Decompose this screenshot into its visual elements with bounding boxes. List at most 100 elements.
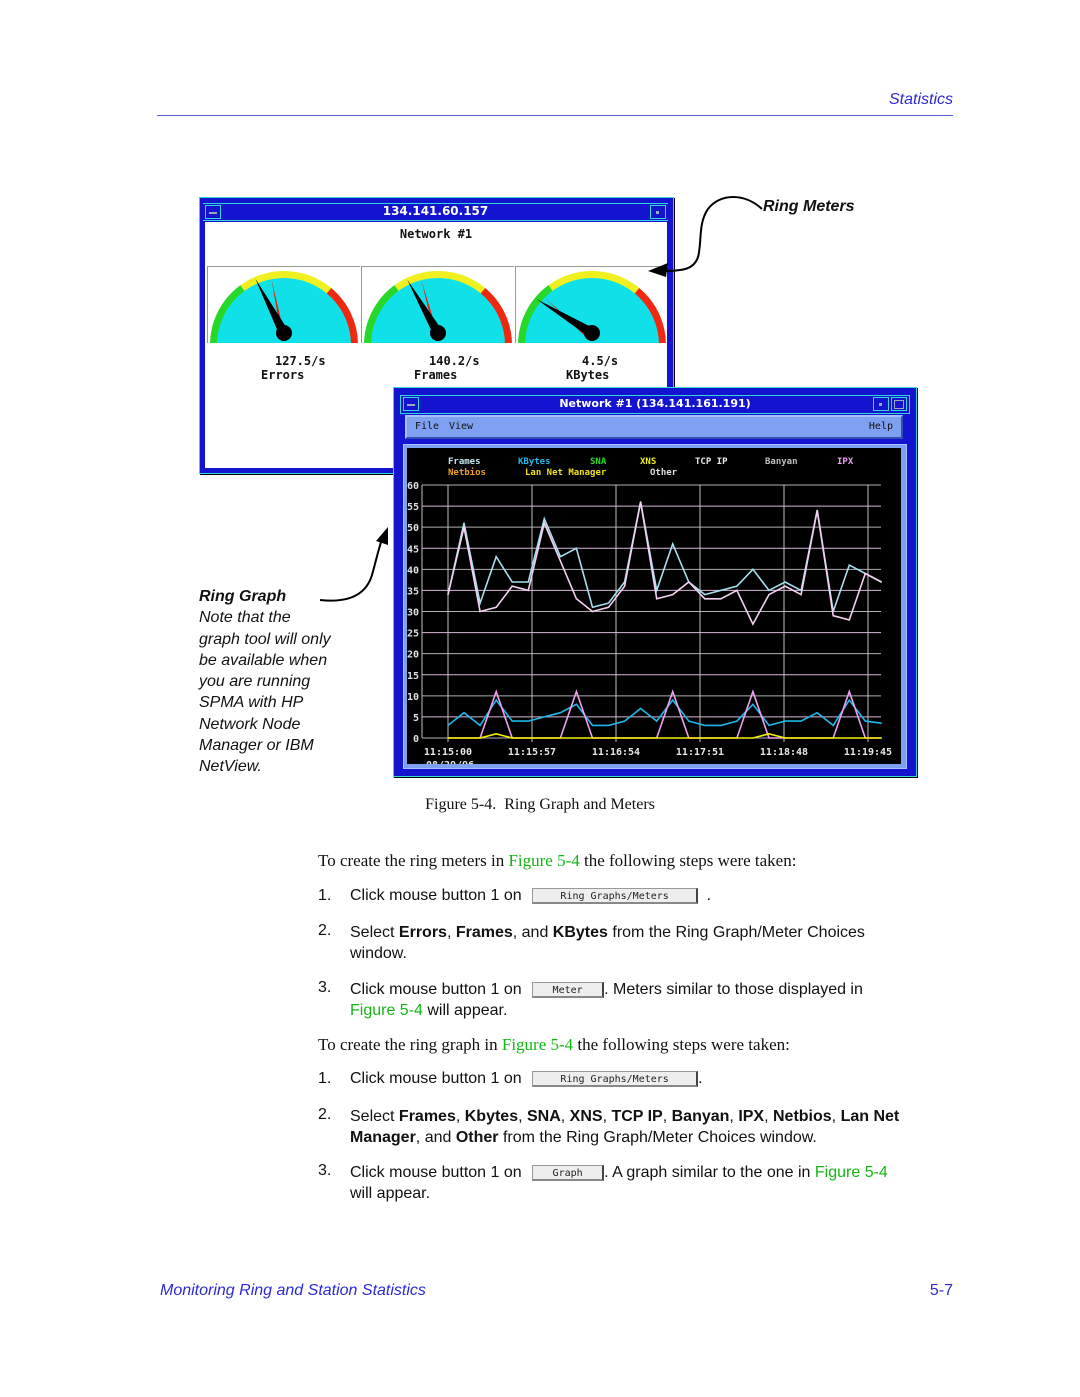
data-point [704,724,706,726]
data-point [495,733,497,735]
data-point [736,589,738,592]
meter-window-titlebar[interactable]: 134.141.60.157 [203,203,668,221]
data-point [623,720,626,722]
data-point [752,703,754,705]
plot-frame: Frames KBytes SNA XNS TCP IP Banyan IPX Netbios… [403,444,907,771]
data-point [688,581,690,583]
data-point [848,564,850,566]
meter-button[interactable]: Meter [532,981,605,998]
data-point [607,737,610,739]
data-point [591,737,594,739]
data-point [591,610,594,613]
meter-label-errors: Errors [261,368,305,382]
data-point [656,737,658,739]
data-point [864,572,866,575]
y-tick-label: 35 [407,586,419,597]
data-point [495,606,497,608]
data-point [607,606,610,608]
data-point [511,720,513,722]
running-header: Statistics [888,91,953,108]
menu-file[interactable]: File [415,421,439,432]
data-point [832,724,834,726]
y-tick-label: 60 [407,481,419,492]
data-point [784,581,786,583]
data-point [640,501,642,503]
x-tick-label: 11:16:54 [592,747,640,758]
legend-item: SNA [590,457,607,467]
data-point [527,581,529,583]
data-point [848,737,850,739]
data-point [543,518,545,520]
data-point [736,585,738,587]
graph-window-title: Network #1 (134.141.161.191) [559,397,751,410]
data-point [607,724,610,726]
data-point [704,594,706,596]
data-point [527,737,529,739]
data-point [816,737,818,739]
data-point [672,737,674,739]
graph-button[interactable]: Graph [532,1164,605,1181]
menu-view[interactable]: View [449,421,473,432]
data-point [832,615,834,617]
data-point [880,737,882,739]
data-point [575,737,577,739]
meters-step-2: 2. Select Errors, Frames, and KBytes fro… [318,922,865,962]
ring-graphs-meters-button[interactable]: Ring Graphs/Meters [532,887,699,904]
graph-step-1: 1. Click mouse button 1 on Ring Graphs/M… [318,1070,703,1087]
plot-area: Frames KBytes SNA XNS TCP IP Banyan IPX Netbios… [407,448,901,771]
caption-text: Ring Graph and Meters [504,796,655,813]
data-point [768,724,770,726]
data-point [720,589,722,592]
meter-frames [361,266,514,343]
network-label: Network #1 [399,227,473,241]
data-point [784,737,786,739]
series-line-xns [448,732,882,739]
data-point [672,691,674,693]
legend-item: Banyan [765,457,798,467]
meter-value-kbytes: 4.5/s [582,354,619,368]
y-tick-label: 40 [407,565,419,576]
note-line: Note that the [199,609,291,627]
x-tick-label: 11:18:48 [760,747,808,758]
x-tick-label: 11:19:45 [844,747,892,758]
data-point [816,712,818,714]
data-point [495,699,497,701]
legend-item: KBytes [518,457,551,467]
callout-curve [661,196,763,272]
data-point [656,720,658,722]
data-point [543,737,545,739]
data-point [768,737,770,739]
ring-graphs-meters-button[interactable]: Ring Graphs/Meters [532,1070,699,1087]
data-point [752,737,754,739]
data-point [736,720,738,722]
legend-item: XNS [640,457,656,467]
menu-bar: File View Help [405,415,903,439]
figure-link[interactable]: Figure 5-4 [350,1002,423,1019]
data-point [784,585,786,587]
note-line: you are running [199,673,311,691]
figure-link[interactable]: Figure 5-4 [502,1035,573,1054]
data-point [720,724,722,726]
data-point [768,589,770,592]
graph-window-titlebar[interactable]: Network #1 (134.141.161.191) [400,395,910,414]
maximize-icon [894,400,904,409]
data-point [672,594,674,596]
figure-link[interactable]: Figure 5-4 [815,1164,888,1181]
x-tick-label: 11:15:57 [508,747,556,758]
data-point [752,623,754,625]
y-tick-label: 25 [407,629,419,640]
y-tick-label: 45 [407,544,419,555]
data-point [864,720,866,722]
meter-value-frames: 140.2/s [429,354,480,368]
window-minimize-button[interactable] [873,397,889,411]
data-point [591,724,594,726]
data-point [656,598,658,600]
data-point [559,712,561,714]
data-point [495,691,497,693]
menu-help[interactable]: Help [869,421,893,432]
figure-link[interactable]: Figure 5-4 [508,851,579,870]
x-tick-label: 11:17:51 [676,747,724,758]
window-maximize-button[interactable] [891,397,907,411]
data-point [800,594,802,596]
meters-step-1: 1. Click mouse button 1 on Ring Graphs/M… [318,887,712,904]
